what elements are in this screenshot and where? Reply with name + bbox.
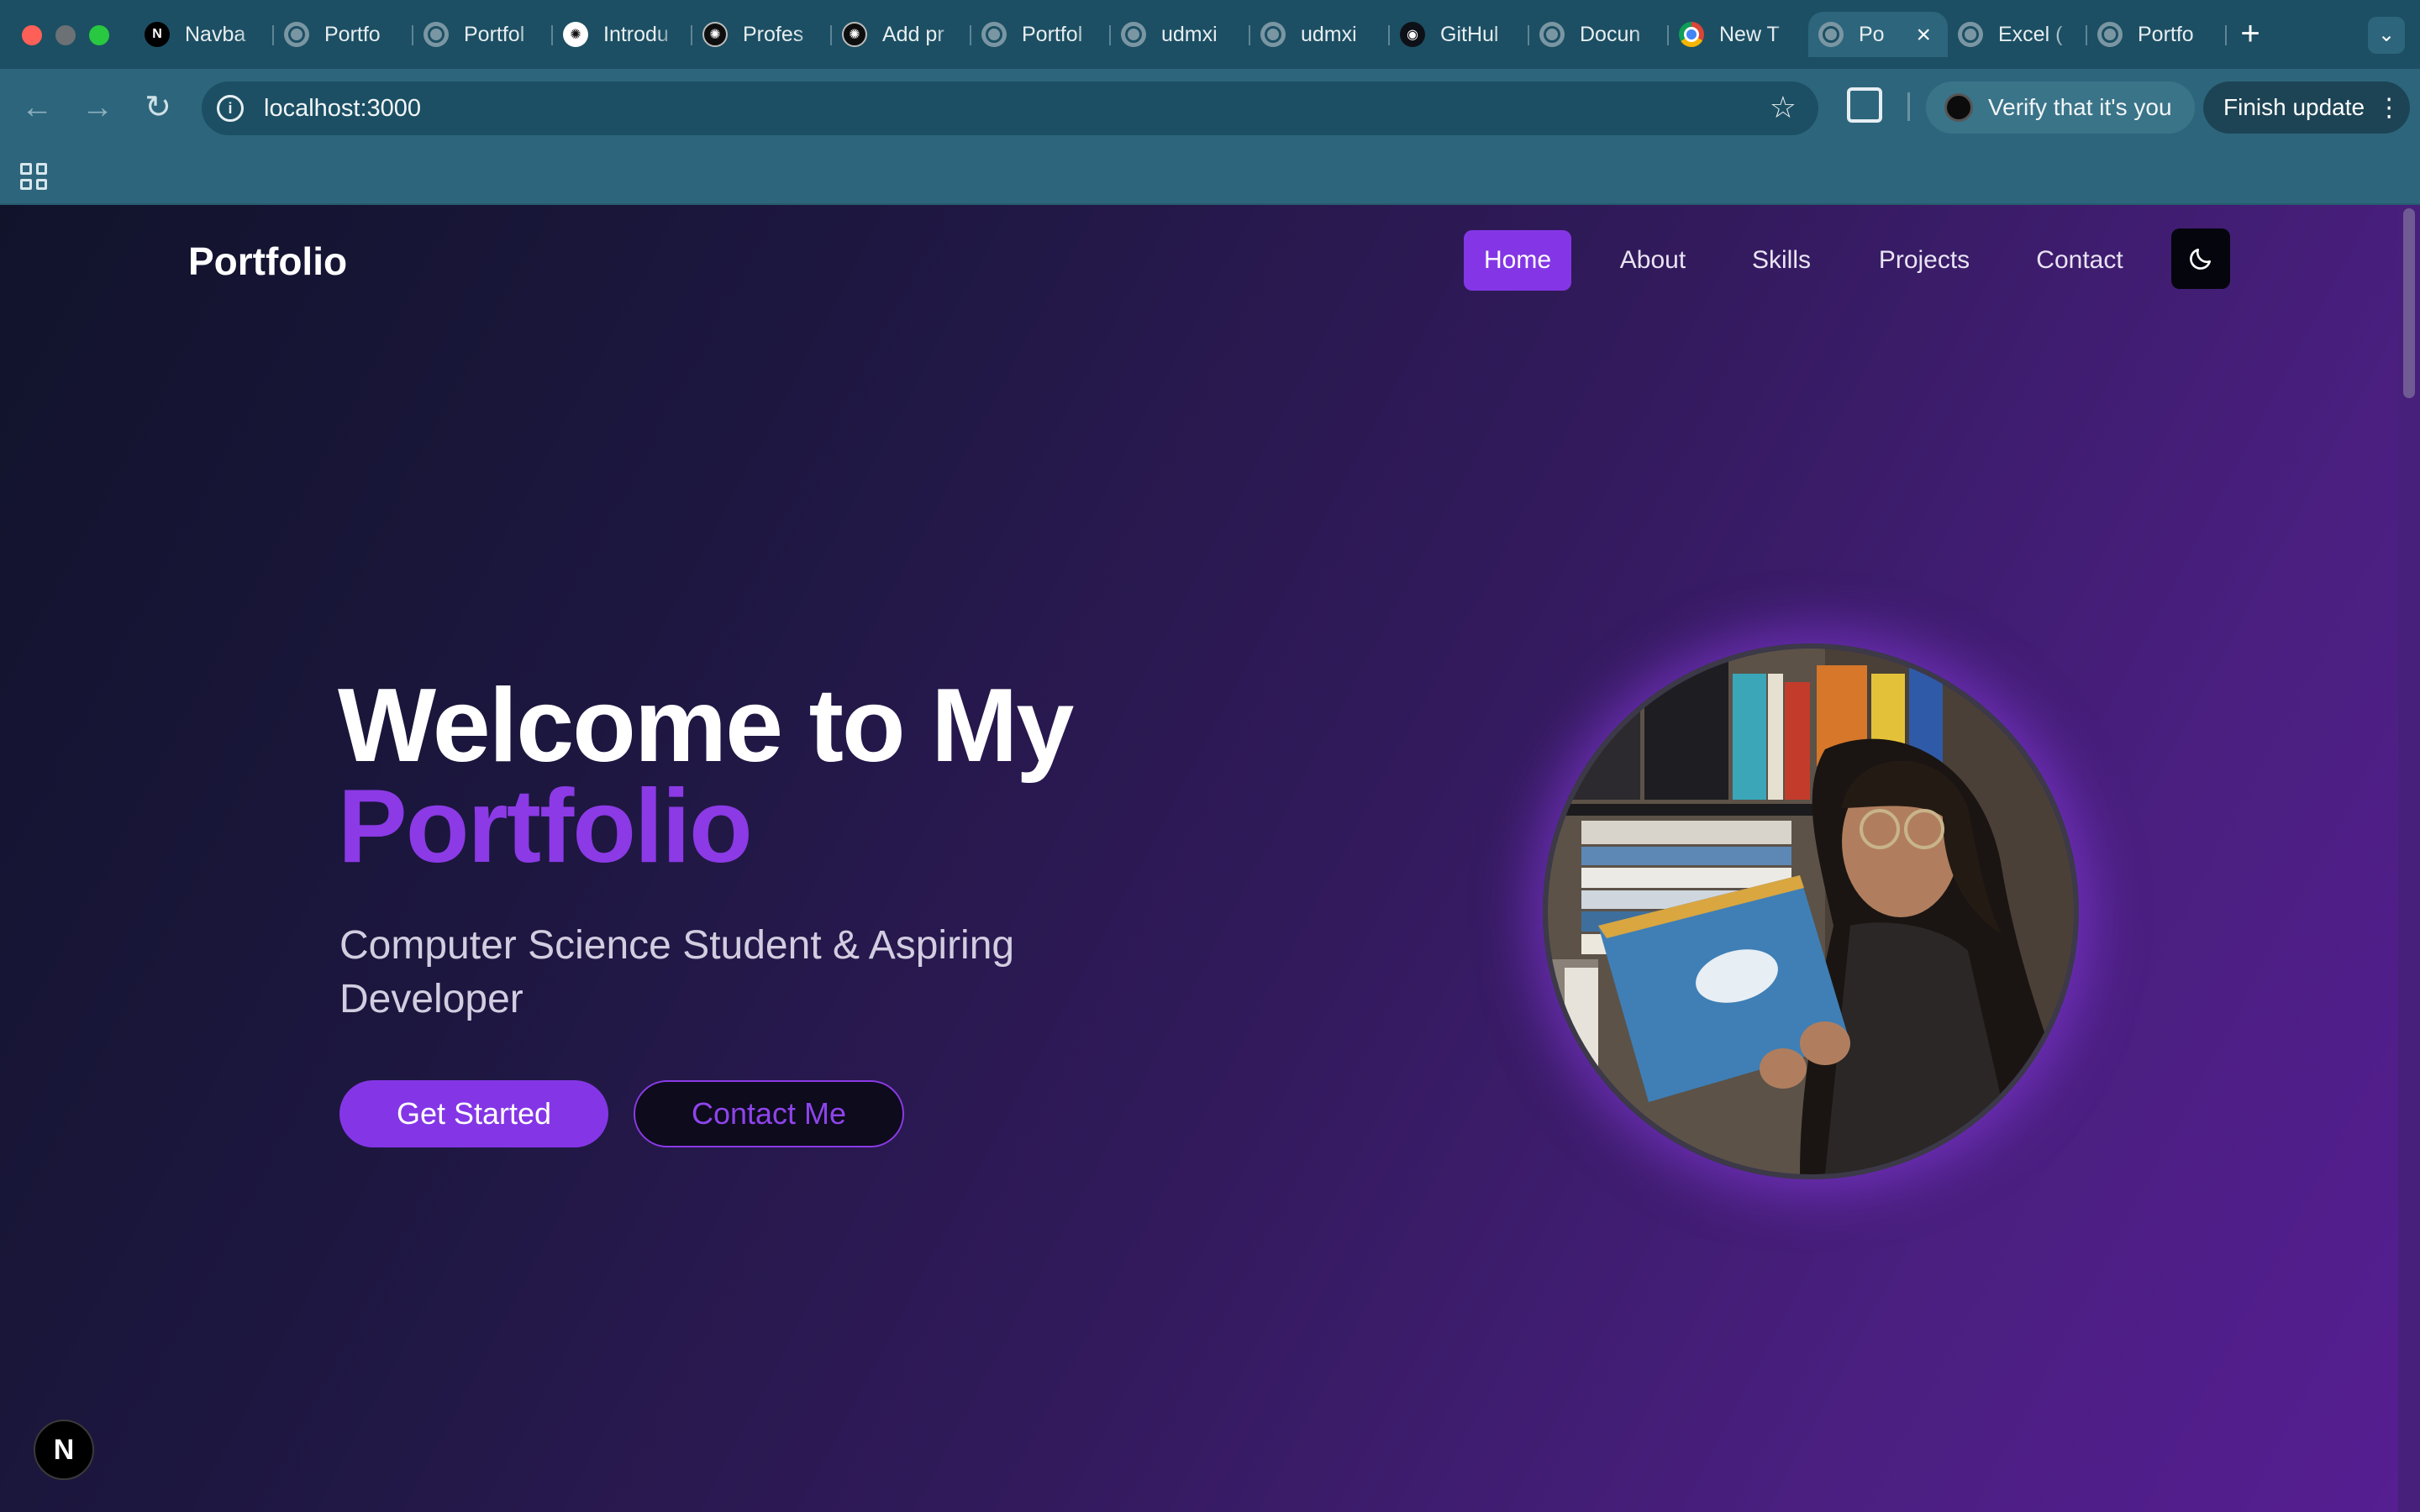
globe-icon [284, 22, 309, 47]
window-close-button[interactable] [22, 25, 42, 45]
tab-title: Docun [1580, 22, 1641, 46]
browser-tab[interactable]: Portfo [2087, 12, 2227, 57]
site-logo[interactable]: Portfolio [188, 239, 347, 284]
window-minimize-button[interactable] [55, 25, 76, 45]
profile-photo [1543, 643, 2079, 1179]
browser-tab[interactable]: N Navba [134, 12, 274, 57]
tab-title: Add pr [882, 22, 944, 46]
tab-title: GitHul [1440, 22, 1499, 46]
toolbar-divider [1907, 92, 1910, 121]
verify-identity-chip[interactable]: Verify that it's you [1926, 81, 2195, 134]
tab-title: Navba [185, 22, 246, 46]
browser-tab[interactable]: udmxi [1250, 12, 1390, 57]
tab-title: Introdu [603, 22, 669, 46]
tab-list: N Navba Portfo Portfol ✺ Introdu ✺ Profe… [134, 12, 2227, 57]
tab-title: Portfo [324, 22, 381, 46]
hero-title: Welcome to My [338, 668, 1074, 784]
forward-arrow-icon[interactable]: → [77, 87, 118, 128]
theme-toggle-button[interactable] [2171, 228, 2230, 289]
globe-icon [424, 22, 449, 47]
browser-tab[interactable]: Portfol [413, 12, 553, 57]
globe-icon [1260, 22, 1286, 47]
nextjs-devtools-button[interactable]: N [34, 1420, 94, 1480]
url-text[interactable]: localhost:3000 [264, 95, 421, 123]
openai-icon: ✺ [842, 22, 867, 47]
globe-icon [1539, 22, 1565, 47]
site-info-icon[interactable]: i [217, 95, 244, 122]
bookmark-star-icon[interactable]: ☆ [1770, 90, 1797, 125]
browser-tab-strip: N Navba Portfo Portfol ✺ Introdu ✺ Profe… [0, 0, 2420, 69]
moon-icon [2190, 249, 2211, 270]
tab-title: udmxi [1161, 22, 1218, 46]
new-tab-button[interactable]: + [2232, 15, 2269, 52]
browser-tab[interactable]: Portfol [971, 12, 1111, 57]
window-maximize-button[interactable] [89, 25, 109, 45]
navbar-favicon-icon: N [145, 22, 170, 47]
tab-search-chevron-icon[interactable]: ⌄ [2368, 17, 2405, 54]
tab-title: Excel ( [1998, 22, 2063, 46]
tab-title: Profes [743, 22, 804, 46]
extensions-puzzle-icon[interactable] [1847, 87, 1882, 123]
chrome-icon [1679, 22, 1704, 47]
browser-tab[interactable]: Excel ( [1948, 12, 2087, 57]
browser-tab[interactable]: ✺ Add pr [832, 12, 971, 57]
more-menu-icon[interactable]: ⋮ [2376, 93, 2402, 123]
tab-close-icon[interactable]: × [1916, 21, 1931, 50]
globe-icon [981, 22, 1007, 47]
openai-icon: ✺ [702, 22, 728, 47]
finish-update-button[interactable]: Finish update ⋮ [2203, 81, 2410, 134]
globe-icon [1121, 22, 1146, 47]
globe-icon [2097, 22, 2123, 47]
tab-title: Portfol [464, 22, 525, 46]
nav-projects[interactable]: Projects [1860, 230, 1988, 291]
openai-icon: ✺ [563, 22, 588, 47]
globe-icon [1818, 22, 1844, 47]
browser-tab[interactable]: Portfo [274, 12, 413, 57]
finish-update-label: Finish update [2223, 94, 2365, 120]
apps-grid-icon[interactable] [20, 163, 47, 190]
nav-home[interactable]: Home [1464, 230, 1571, 291]
github-icon: ◉ [1400, 22, 1425, 47]
browser-tab[interactable]: Docun [1529, 12, 1669, 57]
get-started-button[interactable]: Get Started [339, 1080, 608, 1147]
tab-title: Portfol [1022, 22, 1083, 46]
address-bar[interactable]: i localhost:3000 ☆ [202, 81, 1818, 135]
globe-icon [1958, 22, 1983, 47]
back-arrow-icon[interactable]: ← [17, 87, 57, 128]
browser-tab[interactable]: New T [1669, 12, 1808, 57]
reload-icon[interactable]: ↻ [138, 87, 178, 128]
scrollbar-thumb[interactable] [2403, 208, 2415, 398]
tab-title: Po [1859, 22, 1885, 46]
tab-title: Portfo [2138, 22, 2194, 46]
bookmarks-bar [0, 146, 2420, 205]
browser-tab[interactable]: ✺ Introdu [553, 12, 692, 57]
page-viewport: Portfolio Home About Skills Projects Con… [0, 205, 2420, 1512]
page-scrollbar[interactable] [2398, 205, 2420, 1512]
hero-subtitle: Computer Science Student & Aspiring Deve… [339, 923, 1015, 1021]
nav-skills[interactable]: Skills [1743, 230, 1820, 291]
browser-tab[interactable]: udmxi [1111, 12, 1250, 57]
nav-contact[interactable]: Contact [2025, 230, 2134, 291]
profile-avatar-icon [1944, 93, 1973, 122]
hero-title-accent: Portfolio [338, 769, 753, 885]
verify-label: Verify that it's you [1988, 94, 2172, 120]
browser-tab[interactable]: ◉ GitHul [1390, 12, 1529, 57]
nav-about[interactable]: About [1607, 230, 1699, 291]
tab-title: udmxi [1301, 22, 1357, 46]
browser-tab[interactable]: ✺ Profes [692, 12, 832, 57]
profile-photo-illustration [1548, 648, 2074, 1174]
browser-tab-active[interactable]: Po × [1808, 12, 1948, 57]
contact-me-button[interactable]: Contact Me [634, 1080, 904, 1147]
tab-title: New T [1719, 22, 1780, 46]
